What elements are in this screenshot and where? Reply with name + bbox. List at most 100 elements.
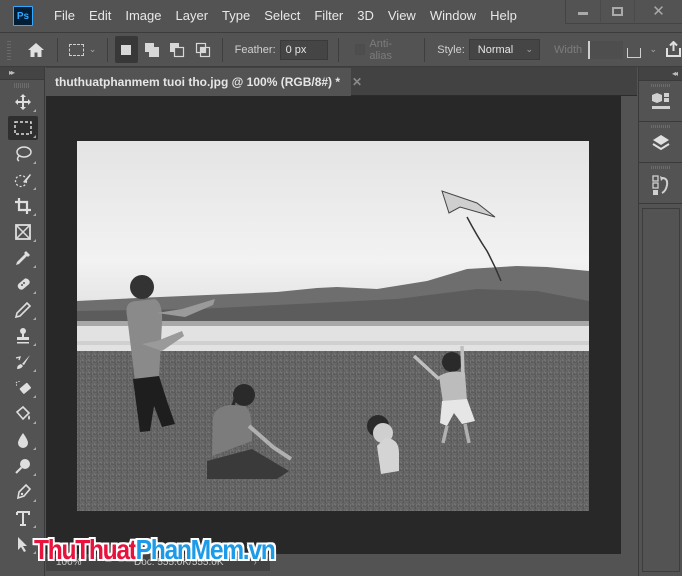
new-selection-button[interactable] (114, 36, 139, 63)
eraser-icon (15, 381, 31, 394)
add-to-selection-icon (144, 42, 159, 57)
home-button[interactable] (21, 36, 52, 64)
layers-icon (651, 135, 670, 151)
options-bar-grip[interactable] (7, 39, 11, 60)
type-icon (16, 511, 30, 526)
add-to-selection-button[interactable] (140, 36, 164, 63)
share-icon (666, 41, 682, 57)
minimize-button[interactable] (566, 0, 600, 22)
water-drop-icon (18, 433, 28, 448)
menu-bar: Ps File Edit Image Layer Type Select Fil… (0, 0, 682, 32)
chevron-down-icon[interactable]: ⌄ (649, 44, 657, 55)
horizontal-scrollbar[interactable] (270, 554, 621, 570)
swap-dimensions-icon[interactable] (626, 47, 642, 58)
panel-layers[interactable] (639, 122, 682, 163)
type-tool[interactable] (8, 506, 38, 530)
clone-stamp-tool[interactable] (8, 324, 38, 348)
menu-select[interactable]: Select (257, 0, 307, 32)
libraries-icon (651, 93, 670, 109)
menu-type[interactable]: Type (215, 0, 257, 32)
menu-3d[interactable]: 3D (350, 0, 381, 32)
pen-icon (16, 483, 32, 500)
pen-tool[interactable] (8, 480, 38, 504)
window-controls: ✕ (565, 0, 682, 24)
intersect-selection-icon (195, 42, 211, 57)
move-icon (15, 94, 31, 110)
close-tab-icon[interactable]: ✕ (352, 75, 362, 89)
frame-icon (15, 224, 31, 240)
menu-layer[interactable]: Layer (169, 0, 216, 32)
panel-grip[interactable] (650, 84, 671, 87)
document-tab[interactable]: thuthuatphanmem tuoi tho.jpg @ 100% (RGB… (46, 68, 362, 96)
rectangular-marquee-tool[interactable] (8, 116, 38, 140)
menu-window[interactable]: Window (423, 0, 483, 32)
toolbar-grip[interactable] (14, 83, 30, 88)
paint-bucket-tool[interactable] (8, 402, 38, 426)
panel-history[interactable] (639, 163, 682, 204)
paint-bucket-icon (15, 405, 31, 421)
menu-edit[interactable]: Edit (82, 0, 118, 32)
dodge-tool[interactable] (8, 454, 38, 478)
right-panel-dock: ◂◂ (638, 67, 682, 576)
share-button[interactable] (665, 36, 682, 64)
style-select[interactable]: Normal ⌄ (468, 39, 541, 60)
photoshop-logo: Ps (13, 6, 33, 26)
tools-panel: ▸▸ (0, 67, 45, 576)
blur-tool[interactable] (8, 428, 38, 452)
panel-grip[interactable] (650, 166, 671, 169)
quick-selection-tool[interactable] (8, 168, 38, 192)
vertical-scrollbar[interactable] (621, 96, 637, 554)
crop-icon (15, 198, 31, 214)
style-value: Normal (477, 43, 514, 56)
dodge-icon (15, 459, 30, 474)
eraser-tool[interactable] (8, 376, 38, 400)
rectangular-marquee-icon (68, 43, 84, 56)
stamp-icon (17, 328, 29, 344)
anti-alias-checkbox[interactable] (355, 44, 366, 55)
panel-libraries[interactable] (639, 81, 682, 122)
panel-grip[interactable] (650, 125, 671, 128)
history-icon (651, 175, 668, 195)
intersect-selection-button[interactable] (191, 36, 215, 63)
eyedropper-icon (16, 251, 30, 265)
menu-view[interactable]: View (381, 0, 423, 32)
spot-healing-brush-tool[interactable] (8, 272, 38, 296)
move-tool[interactable] (8, 90, 38, 114)
width-label: Width (554, 43, 583, 56)
minimize-icon (578, 11, 588, 15)
document-image[interactable] (77, 141, 589, 511)
lasso-tool[interactable] (8, 142, 38, 166)
crop-tool[interactable] (8, 194, 38, 218)
subtract-from-selection-button[interactable] (166, 36, 190, 63)
feather-input[interactable]: 0 px (279, 39, 329, 60)
eyedropper-tool[interactable] (8, 246, 38, 270)
separator (106, 37, 108, 62)
separator (57, 37, 59, 62)
arrow-cursor-icon (18, 537, 27, 552)
close-button[interactable]: ✕ (634, 0, 682, 22)
menu-file[interactable]: File (47, 0, 82, 32)
menu-help[interactable]: Help (483, 0, 524, 32)
options-bar: ⌄ Feather: 0 px Anti-alias Style: Normal… (0, 32, 682, 67)
photo-illustration (77, 141, 589, 511)
watermark-part1: ThuThuat (34, 534, 137, 565)
chevron-down-icon: ⌄ (525, 44, 534, 54)
width-input[interactable] (588, 40, 623, 59)
document-tab-bar: thuthuatphanmem tuoi tho.jpg @ 100% (RGB… (46, 67, 637, 96)
menu-filter[interactable]: Filter (307, 0, 350, 32)
toolbar-collapse-button[interactable]: ▸▸ (0, 67, 44, 80)
separator (221, 37, 223, 62)
brush-tool[interactable] (8, 298, 38, 322)
panel-dock-empty-area (642, 208, 680, 572)
frame-tool[interactable] (8, 220, 38, 244)
separator (424, 37, 426, 62)
watermark-part2: PhanMem.vn (135, 534, 276, 565)
menu-image[interactable]: Image (118, 0, 168, 32)
dock-collapse-button[interactable]: ◂◂ (639, 67, 682, 81)
new-selection-icon (121, 44, 132, 55)
style-label: Style: (437, 43, 465, 56)
pencil-icon (14, 301, 32, 319)
tool-preset-picker[interactable]: ⌄ (64, 36, 100, 64)
maximize-button[interactable] (600, 0, 634, 22)
history-brush-tool[interactable] (8, 350, 38, 374)
